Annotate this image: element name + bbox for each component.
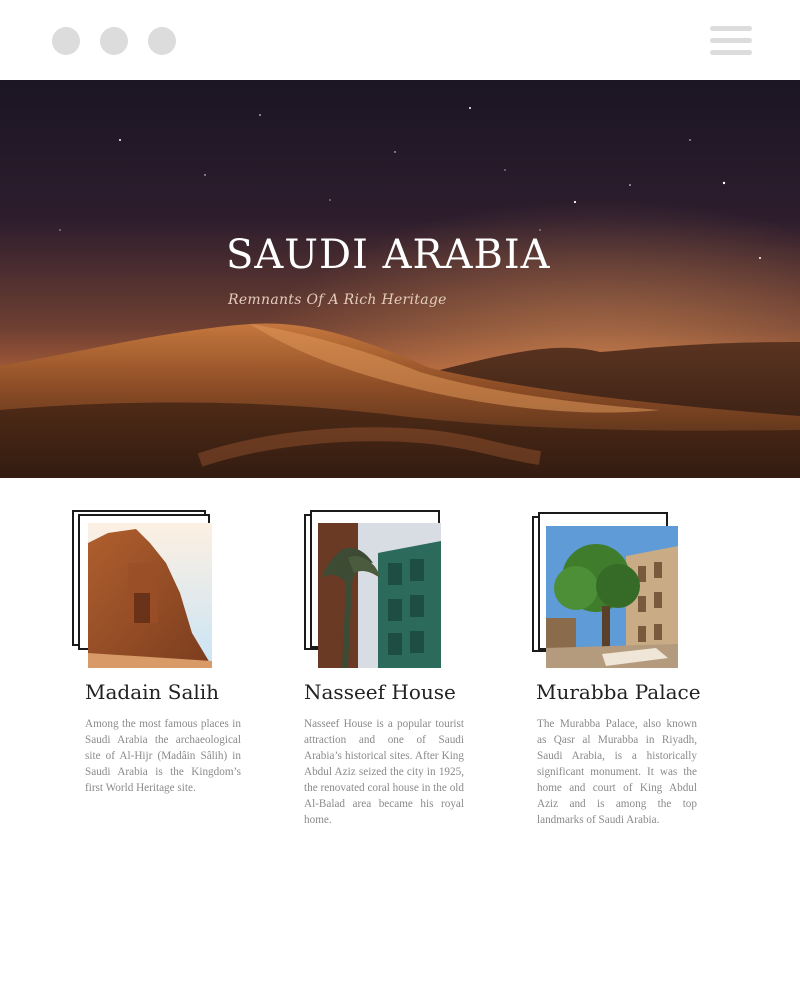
nasseef-house-photo — [318, 523, 441, 668]
top-bar — [0, 0, 800, 80]
window-dot-1[interactable] — [52, 27, 80, 55]
card-title[interactable]: Nasseef House — [304, 680, 456, 704]
card-description: Among the most famous places in Saudi Ar… — [85, 718, 241, 794]
murabba-palace-photo — [546, 526, 678, 668]
card-image-stack — [72, 510, 212, 670]
hero-subtitle: Remnants Of A Rich Heritage — [228, 292, 447, 308]
window-dot-2[interactable] — [100, 27, 128, 55]
card-image-stack — [304, 510, 444, 670]
window-dot-3[interactable] — [148, 27, 176, 55]
hero-banner: SAUDI ARABIA Remnants Of A Rich Heritage — [0, 80, 800, 478]
card-image-stack — [532, 510, 678, 670]
card-title[interactable]: Madain Salih — [85, 680, 219, 704]
card-title[interactable]: Murabba Palace — [536, 680, 701, 704]
hero-image — [0, 80, 800, 478]
hero-title: SAUDI ARABIA — [226, 232, 551, 278]
hamburger-menu-icon[interactable] — [710, 26, 752, 56]
card-description: Nasseef House is a popular tourist attra… — [304, 718, 464, 826]
card-description: The Murabba Palace, also known as Qasr a… — [537, 718, 697, 826]
madain-salih-photo — [88, 523, 212, 668]
